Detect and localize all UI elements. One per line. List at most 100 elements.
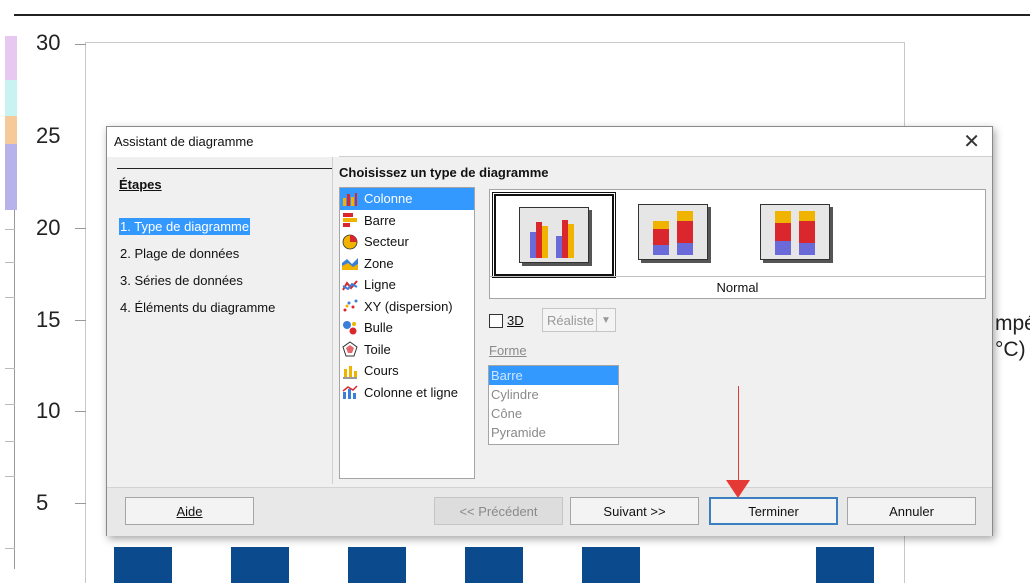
chart-type-list[interactable]: Colonne Barre Secteur Zone Ligne XY (dis… [339,187,475,479]
shape-item[interactable]: Pyramide [489,423,618,442]
row-divider [5,262,15,263]
help-button[interactable]: Aide [125,497,254,525]
chart-type-bubble[interactable]: Bulle [340,317,474,339]
stock-chart-icon [343,365,357,379]
cancel-button[interactable]: Annuler [847,497,976,525]
chart-type-label: Secteur [364,234,409,250]
checkbox-3d[interactable]: 3D [489,313,524,328]
net-chart-icon [342,341,358,357]
chart-type-label: Ligne [364,277,396,293]
chart-type-area[interactable]: Zone [340,253,474,275]
bubble-chart-icon [343,320,357,335]
y-tick-label: 30 [36,30,61,55]
row-divider [5,297,15,298]
chart-type-label: Toile [364,341,391,357]
shape-label: Forme [489,343,527,358]
finish-button[interactable]: Terminer [709,497,838,525]
pie-chart-icon [342,234,358,250]
step-data-series[interactable]: 3. Séries de données [119,272,244,289]
close-icon[interactable]: ✕ [963,129,980,154]
chart-type-bar[interactable]: Barre [340,210,474,232]
next-button[interactable]: Suivant >> [570,497,699,525]
chart-type-net[interactable]: Toile [340,339,474,361]
row-divider [5,404,15,405]
stacked-column-variant-icon [638,204,708,260]
step-chart-type[interactable]: 1. Type de diagramme [119,218,251,235]
chart-top-border [14,14,1030,16]
y-tick-mark [75,228,86,229]
line-chart-icon [342,280,358,291]
row-divider [5,548,15,549]
shape-item[interactable]: Cône [489,404,618,423]
variant-normal[interactable] [492,192,616,278]
steps-divider [117,168,332,169]
chart-type-column-line[interactable]: Colonne et ligne [340,382,474,404]
chart-variant-panel: Normal [489,189,986,299]
dialog-titlebar: Assistant de diagramme ✕ [107,127,992,157]
bar-chart-icon [343,213,357,228]
shape-list[interactable]: Barre Cylindre Cône Pyramide [488,365,619,445]
y-tick-label: 5 [36,490,49,515]
percent-stacked-column-variant-icon [760,204,830,260]
3d-scheme-value: Réaliste [547,312,594,328]
checkbox-box[interactable] [489,313,503,328]
chart-wizard-dialog: Assistant de diagramme ✕ Étapes 1. Type … [106,126,993,536]
chart-type-label: Cours [364,363,399,379]
y-tick-label: 10 [36,398,61,423]
chart-type-label: XY (dispersion) [364,298,453,314]
chart-bar [348,547,406,583]
panel-separator [332,157,333,484]
annotation-arrow-head [726,480,750,498]
row-divider [5,441,15,442]
chart-type-xy-scatter[interactable]: XY (dispersion) [340,296,474,318]
variant-name: Normal [490,276,985,299]
scatter-chart-icon [343,299,358,312]
chart-type-stock[interactable]: Cours [340,360,474,382]
y-tick-mark [75,44,86,45]
chart-bar [465,547,523,583]
area-chart-icon [342,258,358,271]
step-data-range[interactable]: 2. Plage de données [119,245,240,262]
y-tick-label: 25 [36,123,61,148]
steps-title: Étapes [119,177,162,192]
row-divider [5,476,15,477]
annotation-arrow-shaft [738,386,739,486]
help-button-label: Aide [176,503,203,519]
previous-button[interactable]: << Précédent [434,497,563,525]
cell-color-strip [5,36,17,210]
y-tick-label: 20 [36,215,61,240]
chart-type-column[interactable]: Colonne [340,188,474,210]
variant-stacked[interactable] [614,192,732,272]
normal-column-variant-icon [519,207,589,263]
shape-item[interactable]: Cylindre [489,385,618,404]
y-tick-mark [75,320,86,321]
row-divider [5,368,15,369]
shape-item[interactable]: Barre [489,366,618,385]
3d-scheme-select[interactable]: Réaliste ▼ [542,308,616,332]
chart-type-label: Zone [364,255,394,271]
column-line-chart-icon [342,385,358,400]
chart-bar [582,547,640,583]
row-divider [5,229,15,230]
chart-bar [231,547,289,583]
variant-percent-stacked[interactable] [736,192,854,272]
step-chart-elements[interactable]: 4. Éléments du diagramme [119,299,276,316]
choose-chart-type-label: Choisissez un type de diagramme [339,165,549,180]
dialog-button-bar: Aide << Précédent Suivant >> Terminer An… [107,487,992,536]
chart-type-label: Bulle [364,320,393,336]
cancel-button-label: Annuler [889,503,934,519]
finish-button-label: Terminer [748,503,799,519]
previous-button-label: << Précédent [459,503,538,519]
chart-type-label: Colonne [364,191,413,207]
chart-type-line[interactable]: Ligne [340,274,474,296]
y-tick-mark [75,503,86,504]
chart-type-label: Colonne et ligne [364,384,458,400]
chart-bar [816,547,874,583]
y-tick-mark [75,411,86,412]
dialog-title: Assistant de diagramme [114,134,254,149]
axis-title-fragment: mpér [995,312,1030,335]
y-tick-label: 15 [36,307,61,332]
chart-type-pie[interactable]: Secteur [340,231,474,253]
chevron-down-icon: ▼ [596,309,615,331]
chart-type-label: Barre [364,212,396,228]
